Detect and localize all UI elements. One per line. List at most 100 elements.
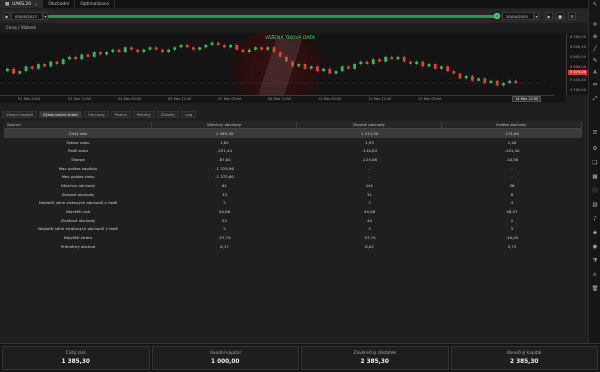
table-row[interactable]: Čistý zisk 1 385,30 1 213,30 172,00 <box>4 129 582 138</box>
candle-body <box>254 47 257 50</box>
candle-body <box>402 56 406 62</box>
bell-icon[interactable]: ♪ <box>591 216 599 223</box>
candle-body <box>297 64 301 67</box>
candle-body <box>154 47 158 50</box>
candle-body <box>483 78 487 84</box>
tab-optimization[interactable]: Optimalizace <box>75 0 116 8</box>
candle-body <box>303 64 307 69</box>
table-body: Čistý zisk 1 385,30 1 213,30 172,00 Faktor z… <box>4 129 582 251</box>
settings-button[interactable]: ☰ <box>568 12 576 20</box>
grid-icon[interactable]: ▦ <box>591 174 599 181</box>
table-row[interactable]: Sharpe -87,64 -124,06 -10,56 <box>4 155 582 164</box>
table-row[interactable]: Ztrátové obchody 52 40 2 <box>4 216 582 225</box>
metric-value: – <box>511 174 513 180</box>
text-icon[interactable]: A <box>591 70 599 77</box>
end-date-field[interactable]: 20/04/2020 <box>502 12 534 20</box>
table-row[interactable]: Nejdelší série ztrátových obchodů v řadě… <box>4 225 582 234</box>
metric-value: 101 <box>365 182 374 188</box>
metric-value: – <box>511 165 513 171</box>
candlestick-series <box>0 41 548 87</box>
chart-symbol-label: Cena / Vážené <box>6 25 36 30</box>
info-icon[interactable]: ⓘ <box>591 188 599 195</box>
summary-final-equity: Konečný kapitál 2 385,30 <box>450 346 598 370</box>
table-row[interactable]: Největší ztráta -57,74 -57,74 -40,05 <box>4 233 582 242</box>
stop-button[interactable]: ■ <box>556 12 564 20</box>
layers-icon[interactable]: ❏ <box>591 160 599 167</box>
candle-body <box>30 66 34 69</box>
gear-icon[interactable]: ⚙ <box>591 146 599 153</box>
price-axis[interactable]: 6 200,00 6 000,00 5 800,00 5 600,00 5 47… <box>566 33 588 95</box>
candle-body <box>359 61 363 64</box>
candle-body <box>316 66 319 72</box>
lock-icon[interactable]: ◈ <box>591 230 599 237</box>
tab-log[interactable]: Log <box>181 111 197 118</box>
table-row[interactable]: Podíl zisku -251,44 -110,04 -141,40 <box>4 146 582 155</box>
table-row[interactable]: Ziskové obchody 33 31 8 <box>4 190 582 199</box>
candle-body <box>55 61 59 64</box>
chart-type-icon[interactable]: ▥ <box>591 202 599 209</box>
table-row[interactable]: Všechny obchody 61 101 36 <box>4 181 582 190</box>
tab-performance[interactable]: Výkonnostní sheet <box>38 111 82 118</box>
expand-icon[interactable]: ⤢ <box>591 96 599 103</box>
column-header[interactable]: Souhrn <box>4 121 152 128</box>
candle-body <box>409 61 412 64</box>
current-price-label: 5 474,00 <box>568 70 587 75</box>
candle-body <box>204 44 208 48</box>
tab-metrics[interactable]: Metriky <box>132 111 155 118</box>
tab-trading[interactable]: Obchodní <box>43 0 76 8</box>
ruler-icon[interactable]: ⇔ <box>591 82 599 89</box>
table-row[interactable]: Faktor zisku 1,82 1,93 1,40 <box>4 138 582 147</box>
chevron-down-icon[interactable]: ▾ <box>534 12 539 20</box>
column-header[interactable]: Všechny obchody <box>152 121 297 128</box>
progress-handle[interactable] <box>494 13 500 19</box>
metric-name: Faktor zisku <box>66 139 90 145</box>
candle-body <box>12 68 15 74</box>
candle-body <box>117 49 121 53</box>
tab-equity[interactable]: Vlastní kapitál <box>2 111 37 118</box>
price-tick: 6 200,00 <box>570 35 587 39</box>
price-chart[interactable]: VÁŽENÁ TIKOVÁ DATA <box>0 33 566 103</box>
summary-value: 1 000,00 <box>211 359 240 365</box>
time-axis[interactable]: 01 Mar 2020 02 Mar 12:00 04 Mar 00:00 05… <box>0 95 554 103</box>
candle-body <box>86 54 90 57</box>
candle-body <box>142 49 146 53</box>
draw-line-icon[interactable]: ╱ <box>591 46 599 53</box>
metric-value: 1,82 <box>220 139 229 145</box>
crosshair-icon[interactable]: ✛ <box>591 22 599 29</box>
table-row[interactable]: Největší zisk 44,66 44,06 48,07 <box>4 207 582 216</box>
progress-track[interactable] <box>48 15 496 18</box>
zoom-in-icon[interactable]: ⊕ <box>591 34 599 41</box>
close-icon[interactable]: × <box>34 2 37 7</box>
table-row[interactable]: Nejdelší série ziskových obchodů v řadě 5… <box>4 199 582 208</box>
tab-strategy[interactable]: ▦ UAKS.20 × <box>0 0 44 8</box>
tab-positions[interactable]: Pozice <box>110 111 131 118</box>
table-row[interactable]: Max pokles zisku -1 372,60 – – <box>4 172 582 181</box>
list-icon[interactable]: ☰ <box>591 130 599 137</box>
table-row[interactable]: Max pokles kapitálu -1 324,96 – – <box>4 164 582 173</box>
column-header[interactable]: Krátké obchody <box>442 121 582 128</box>
table-row[interactable]: Průměrný obchod 6,17 6,02 5,73 <box>4 242 582 251</box>
tab-bookmarks[interactable]: Záložky <box>156 111 180 118</box>
eye-toggle-icon[interactable]: ◉ <box>3 12 10 20</box>
summary-label: Konečný kapitál <box>507 351 542 356</box>
pencil-icon[interactable]: ✎ <box>591 58 599 65</box>
metric-value: 172,00 <box>505 130 519 136</box>
candle-body <box>440 66 443 69</box>
eye-icon[interactable]: ◉ <box>591 244 599 251</box>
magnet-icon[interactable]: ∩ <box>591 272 599 279</box>
column-header[interactable]: Dlouhé obchody <box>297 121 442 128</box>
metric-value: 5 <box>223 200 226 206</box>
candle-body <box>18 71 22 74</box>
candle-body <box>334 71 338 74</box>
metric-value: 5 <box>510 226 514 232</box>
start-date-field[interactable]: 03/05/2017 <box>11 12 43 20</box>
metric-name: Sharpe <box>71 156 85 162</box>
cursor-icon[interactable]: ↖ <box>591 2 599 9</box>
trash-icon[interactable]: 🗑 <box>591 286 599 293</box>
tab-trades[interactable]: Obchody <box>83 111 109 118</box>
filter-icon[interactable]: ⧩ <box>591 258 599 265</box>
tab-label: Obchodní <box>48 1 70 7</box>
candle-body <box>43 64 46 67</box>
play-button[interactable]: ▶ <box>545 12 553 20</box>
metric-value: -57,74 <box>218 235 231 241</box>
